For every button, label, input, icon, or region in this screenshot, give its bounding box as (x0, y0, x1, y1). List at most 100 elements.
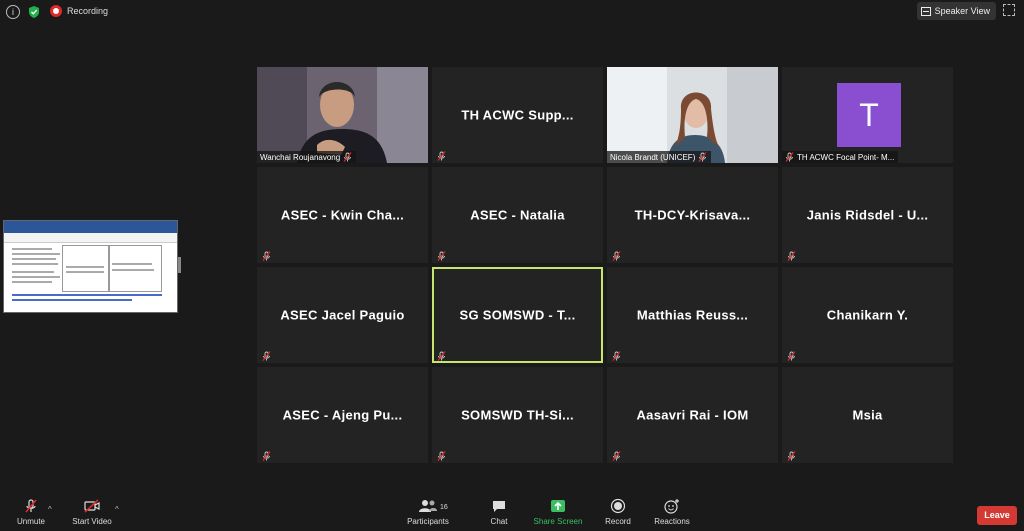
document-ribbon (4, 221, 177, 233)
participant-caption-name: Nicola Brandt (UNICEF) (610, 152, 696, 162)
participant-name: SOMSWD TH-Si... (461, 407, 574, 423)
leave-button[interactable]: Leave (977, 506, 1017, 525)
muted-microphone-icon (437, 248, 446, 261)
participants-icon (419, 500, 437, 512)
muted-microphone-icon (612, 448, 621, 461)
document-text-line (12, 276, 60, 278)
document-text-line (112, 263, 152, 265)
participant-tile-somswd-th[interactable]: SOMSWD TH-Si... (432, 367, 603, 463)
participant-name: ASEC Jacel Paguio (280, 307, 405, 323)
document-text-line (12, 253, 60, 255)
participant-tile-chanikarn[interactable]: Chanikarn Y. (782, 267, 953, 363)
participant-name: Msia (852, 407, 883, 423)
muted-microphone-icon (262, 448, 271, 461)
reactions-button[interactable]: Reactions (652, 498, 692, 526)
participant-caption: Wanchai Roujanavong (257, 151, 357, 163)
share-screen-arrow-icon (551, 500, 565, 512)
participant-tile-kwin[interactable]: ASEC - Kwin Cha... (257, 167, 428, 263)
muted-microphone-icon (787, 248, 796, 261)
participant-name: TH-DCY-Krisava... (634, 207, 751, 223)
shared-screen-thumbnail[interactable] (3, 220, 178, 313)
participant-name: ASEC - Natalia (470, 207, 565, 223)
document-text-line (12, 281, 52, 283)
participant-tile-nicola[interactable]: Nicola Brandt (UNICEF) (607, 67, 778, 163)
participant-name: Chanikarn Y. (826, 307, 909, 323)
participant-video-feed (607, 67, 778, 163)
unmute-label: Unmute (16, 517, 45, 526)
share-screen-button[interactable]: Share Screen (532, 498, 584, 526)
unmute-button[interactable]: Unmute (14, 498, 48, 526)
video-options-chevron-up-icon[interactable]: ^ (115, 505, 119, 514)
record-button[interactable]: Record (602, 498, 634, 526)
chat-label: Chat (490, 517, 508, 526)
speaker-view-icon (920, 6, 931, 16)
recording-label: Recording (67, 6, 109, 16)
participant-tile-ajeng[interactable]: ASEC - Ajeng Pu... (257, 367, 428, 463)
participant-caption: TH ACWC Focal Point- M... (782, 151, 899, 163)
muted-microphone-icon (343, 152, 352, 162)
participant-name: Matthias Reuss... (636, 307, 749, 323)
participant-name: SG SOMSWD - T... (459, 307, 576, 323)
participant-name: ASEC - Kwin Cha... (280, 207, 405, 223)
participants-count-badge: 16 (440, 504, 448, 511)
speaker-view-label: Speaker View (934, 6, 990, 16)
document-toolbar (4, 233, 177, 243)
audio-options-chevron-up-icon[interactable]: ^ (48, 505, 52, 514)
document-text-line (12, 258, 56, 260)
muted-microphone-icon (262, 348, 271, 361)
document-link-line (12, 294, 162, 296)
participant-caption-name: Wanchai Roujanavong (260, 152, 341, 162)
document-text-line (12, 248, 52, 250)
participant-tile-janis[interactable]: Janis Ridsdel - U... (782, 167, 953, 263)
participant-tile-krisava[interactable]: TH-DCY-Krisava... (607, 167, 778, 263)
reactions-smiley-icon (664, 499, 679, 514)
participant-video-feed (257, 67, 428, 163)
document-text-line (66, 271, 104, 273)
participant-tile-msia[interactable]: Msia (782, 367, 953, 463)
participant-tile-natalia[interactable]: ASEC - Natalia (432, 167, 603, 263)
muted-microphone-icon (612, 248, 621, 261)
participant-tile-wanchai[interactable]: Wanchai Roujanavong (257, 67, 428, 163)
start-video-label: Start Video (72, 517, 112, 526)
participant-name: Janis Ridsdel - U... (806, 207, 929, 223)
security-shield-icon[interactable] (27, 5, 41, 19)
document-text-line (12, 263, 58, 265)
muted-microphone-icon (437, 148, 446, 161)
muted-microphone-icon (25, 499, 37, 513)
muted-microphone-icon (437, 348, 446, 361)
chat-button[interactable]: Chat (486, 498, 512, 526)
record-label: Record (605, 517, 631, 526)
participant-caption: Nicola Brandt (UNICEF) (607, 151, 712, 163)
meeting-info-icon[interactable]: i (6, 5, 20, 19)
document-link-line (12, 299, 132, 301)
reactions-label: Reactions (654, 517, 690, 526)
video-off-camera-icon (84, 499, 100, 513)
muted-microphone-icon (437, 448, 446, 461)
record-icon (610, 498, 626, 514)
document-table-cell (62, 245, 110, 292)
participant-tile-th-acwc-focal[interactable]: T TH ACWC Focal Point- M... (782, 67, 953, 163)
panel-splitter-handle[interactable] (178, 257, 181, 273)
participant-tile-th-acwc-supp[interactable]: TH ACWC Supp... (432, 67, 603, 163)
participant-name: Aasavri Rai - IOM (636, 407, 749, 423)
participant-tile-jacel[interactable]: ASEC Jacel Paguio (257, 267, 428, 363)
participant-name: ASEC - Ajeng Pu... (282, 407, 403, 423)
participant-tile-matthias[interactable]: Matthias Reuss... (607, 267, 778, 363)
chat-bubble-icon (493, 501, 505, 512)
muted-microphone-icon (698, 152, 707, 162)
recording-icon (50, 5, 62, 17)
document-text-line (112, 269, 154, 271)
speaker-view-button[interactable]: Speaker View (916, 2, 996, 20)
participant-tile-aasavri[interactable]: Aasavri Rai - IOM (607, 367, 778, 463)
participants-button[interactable]: Participants (404, 498, 452, 526)
start-video-button[interactable]: Start Video (70, 498, 114, 526)
participants-label: Participants (407, 517, 449, 526)
participant-avatar: T (837, 83, 901, 147)
participant-tile-somswd-t[interactable]: SG SOMSWD - T... (432, 267, 603, 363)
fullscreen-icon[interactable] (1003, 4, 1015, 16)
muted-microphone-icon (612, 348, 621, 361)
share-screen-label: Share Screen (533, 517, 583, 526)
participant-name: TH ACWC Supp... (461, 107, 574, 123)
muted-microphone-icon (787, 448, 796, 461)
muted-microphone-icon (262, 248, 271, 261)
